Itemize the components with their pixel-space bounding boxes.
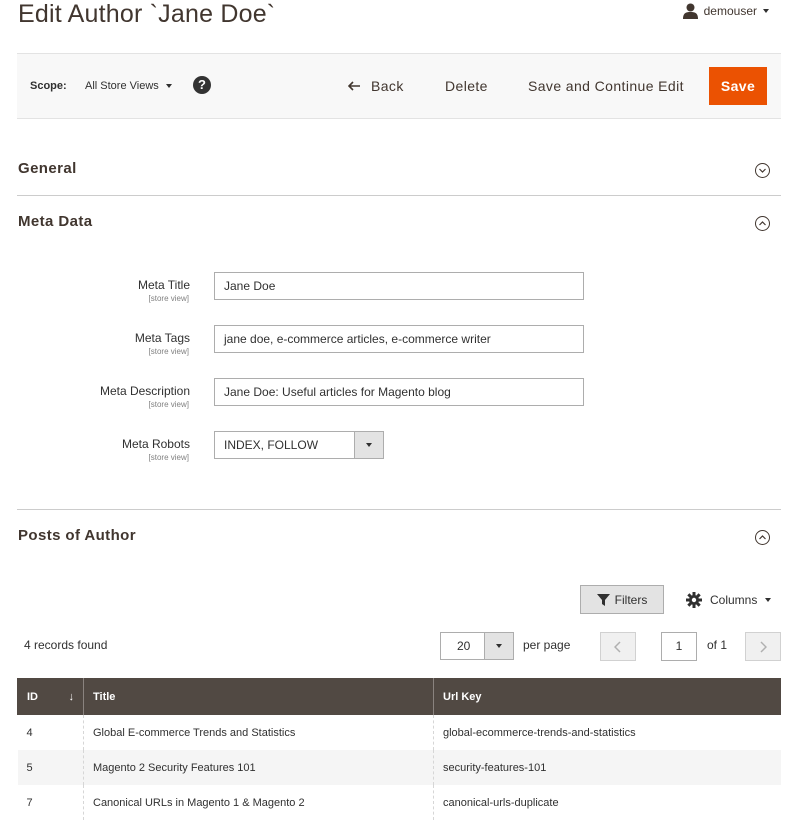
chevron-right-icon [760,640,767,653]
cell-title: Global E-commerce Trends and Statistics [83,715,434,750]
cell-url-key: security-features-101 [433,750,781,785]
column-header-id[interactable]: ID ↓ [17,678,84,715]
per-page-label: per page [523,638,571,652]
meta-tags-scope: [store view] [148,347,189,356]
meta-robots-value: INDEX, FOLLOW [224,438,319,452]
chevron-down-icon [354,432,383,458]
meta-tags-input[interactable]: jane doe, e-commerce articles, e-commerc… [214,325,584,353]
meta-robots-select[interactable]: INDEX, FOLLOW [214,431,384,459]
cell-title: Canonical URLs in Magento 1 & Magento 2 [83,785,434,820]
chevron-left-icon [614,640,621,653]
user-name: demouser [703,4,757,18]
funnel-icon [596,593,610,606]
page-actions-toolbar: Scope: All Store Views ? Back Delete Sav… [17,53,781,119]
section-posts-title[interactable]: Posts of Author [18,527,136,544]
chevron-circle-icon[interactable] [755,163,770,178]
table-row[interactable]: 4 Global E-commerce Trends and Statistic… [17,715,781,750]
save-and-continue-button[interactable]: Save and Continue Edit [528,78,684,94]
meta-robots-scope: [store view] [148,453,189,462]
arrow-left-icon [348,81,360,91]
section-divider [17,509,781,510]
filters-button[interactable]: Filters [580,585,664,614]
scope-switcher[interactable]: All Store Views [85,80,172,92]
meta-description-input[interactable]: Jane Doe: Useful articles for Magento bl… [214,378,584,406]
column-header-url-key[interactable]: Url Key [433,678,781,715]
sort-arrow-icon: ↓ [68,690,75,703]
back-button[interactable]: Back [348,78,404,94]
scope-value: All Store Views [85,80,159,92]
table-row[interactable]: 5 Magento 2 Security Features 101 securi… [17,750,781,785]
cell-id: 4 [17,715,84,750]
page-number-input[interactable]: 1 [661,632,697,661]
meta-title-input[interactable]: Jane Doe [214,272,584,300]
per-page-select[interactable]: 20 [440,632,514,660]
table-row[interactable]: 7 Canonical URLs in Magento 1 & Magento … [17,785,781,820]
filters-label: Filters [614,592,648,607]
section-divider [17,195,781,196]
column-header-title[interactable]: Title [83,678,434,715]
meta-title-scope: [store view] [148,294,189,303]
cell-url-key: canonical-urls-duplicate [433,785,781,820]
columns-label: Columns [710,593,758,607]
meta-description-scope: [store view] [148,400,189,409]
meta-title-label: Meta Title [137,278,190,292]
cell-id: 5 [17,750,84,785]
total-pages-label: of 1 [707,638,728,652]
chevron-down-icon [165,84,172,88]
section-general-title[interactable]: General [18,160,77,177]
chevron-down-icon [763,9,769,13]
chevron-circle-icon[interactable] [755,530,770,545]
column-header-id-label: ID [27,690,38,703]
meta-description-label: Meta Description [99,384,190,398]
user-icon [682,3,698,19]
cell-id: 7 [17,785,84,820]
question-icon[interactable]: ? [193,76,211,94]
section-meta-title[interactable]: Meta Data [18,213,92,230]
user-menu[interactable]: demouser [682,3,769,19]
delete-button[interactable]: Delete [445,78,488,94]
chevron-circle-icon[interactable] [755,216,770,231]
cell-url-key: global-ecommerce-trends-and-statistics [433,715,781,750]
chevron-down-icon [484,633,513,659]
columns-button[interactable]: Columns [686,592,772,608]
records-count: 4 records found [24,638,108,652]
cell-title: Magento 2 Security Features 101 [83,750,434,785]
meta-robots-label: Meta Robots [121,437,190,451]
posts-grid: ID ↓ Title Url Key 4 Global E-commerce T… [17,678,781,820]
meta-tags-label: Meta Tags [134,331,190,345]
next-page-button[interactable] [745,632,781,661]
page-title: Edit Author `Jane Doe` [18,0,276,28]
save-button[interactable]: Save [709,67,767,105]
scope-label: Scope: [30,80,67,92]
chevron-down-icon [765,598,772,602]
back-label: Back [371,78,404,94]
per-page-value: 20 [457,639,471,653]
grid-header-row: ID ↓ Title Url Key [17,678,781,715]
gear-icon [686,592,702,608]
previous-page-button[interactable] [600,632,636,661]
